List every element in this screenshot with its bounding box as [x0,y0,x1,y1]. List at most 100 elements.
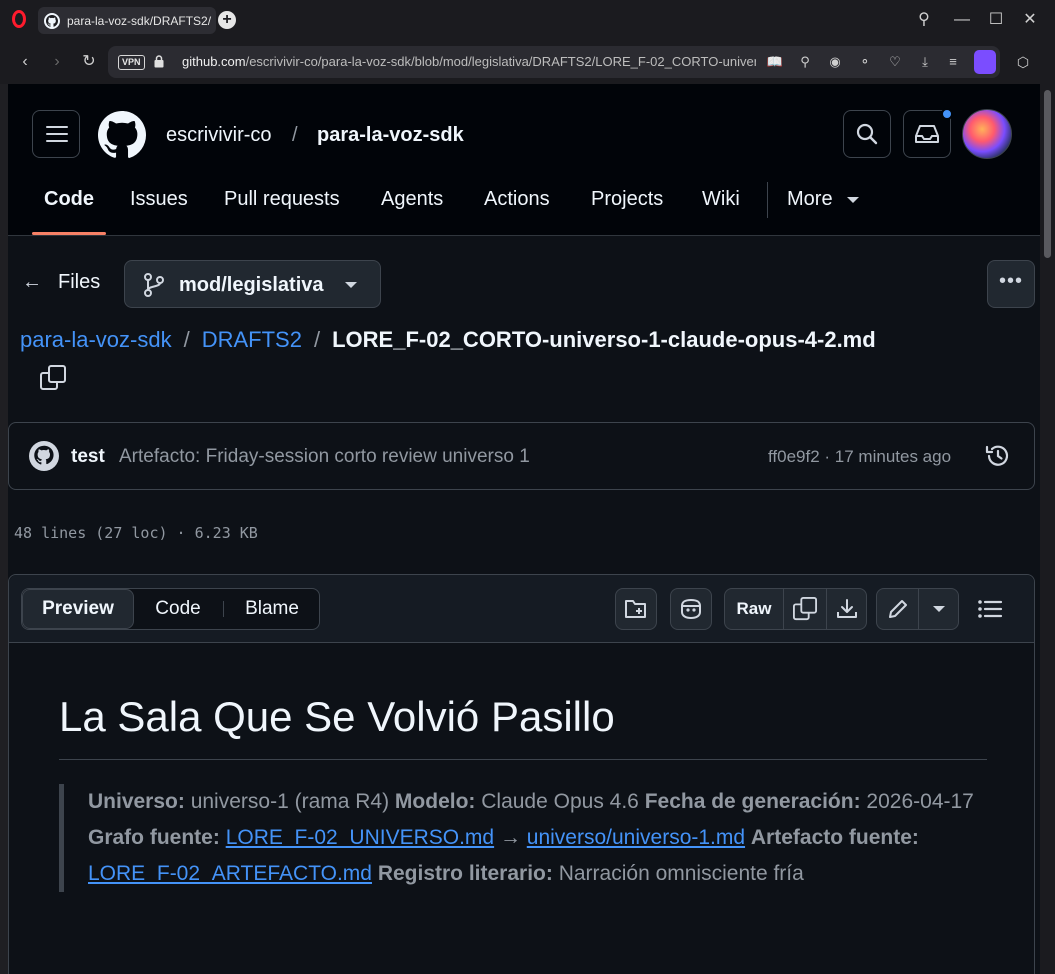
opera-logo-icon[interactable] [12,10,26,28]
grafo-link-universo[interactable]: LORE_F-02_UNIVERSO.md [226,826,494,849]
address-bar-row: ‹ › ↻ VPN github.com/escrivivir-co/para-… [0,40,1055,84]
owner-repo-separator: / [292,124,298,146]
back-to-files-link[interactable]: ← Files [22,271,100,294]
universo-value: universo-1 (rama R4) [184,790,395,813]
chevron-down-icon [933,606,945,612]
scrollbar[interactable] [1040,84,1055,974]
copy-icon [793,597,817,621]
file-viewer: Preview Code Blame Raw La Sala Que Se Vo… [8,574,1035,974]
latest-commit-box: test Artefacto: Friday-session corto rev… [8,422,1035,490]
maximize-icon[interactable]: ☐ [984,8,1008,32]
extensions-icon[interactable]: ⬡ [1012,51,1034,73]
edit-file-button[interactable] [877,589,918,629]
branch-name: mod/legislativa [179,274,324,296]
view-mode-toggle: Preview Code Blame [21,588,320,630]
git-branch-icon [144,273,164,297]
url-text: github.com/escrivivir-co/para-la-voz-sdk… [182,54,756,69]
reload-icon[interactable]: ↻ [78,51,100,73]
reader-mode-icon[interactable]: 📖 [766,53,784,71]
active-tab-underline [32,232,106,235]
download-icon [837,599,857,618]
tab-projects[interactable]: Projects [591,188,663,211]
search-tabs-icon[interactable]: ⚲ [912,8,936,32]
commit-author-avatar[interactable] [29,441,59,471]
vpn-badge[interactable]: VPN [118,55,145,70]
modelo-value: Claude Opus 4.6 [475,790,645,813]
copy-raw-button[interactable] [784,589,826,629]
commit-meta[interactable]: ff0e9f2 · 17 minutes ago [768,447,951,467]
easy-setup-icon[interactable]: ≡ [944,53,962,71]
fecha-label: Fecha de generación: [644,790,861,813]
download-icon[interactable]: ⤓ [916,53,934,71]
metadata-blockquote: Universo: universo-1 (rama R4) Modelo: C… [59,784,987,892]
repo-name-link[interactable]: para-la-voz-sdk [317,124,464,147]
breadcrumb-separator: / [183,327,190,352]
code-button[interactable]: Code [134,589,222,629]
tab-more[interactable]: More [787,188,859,211]
artefacto-link[interactable]: LORE_F-02_ARTEFACTO.md [88,862,372,885]
breadcrumb-folder-link[interactable]: DRAFTS2 [202,327,302,352]
scrollbar-thumb[interactable] [1044,90,1051,258]
copy-path-icon[interactable] [40,365,66,391]
back-icon[interactable]: ‹ [14,51,36,73]
zoom-icon[interactable]: ⚲ [796,53,814,71]
new-tab-button[interactable]: + [218,11,236,29]
commit-message[interactable]: Artefacto: Friday-session corto review u… [119,446,530,468]
search-button[interactable] [843,110,891,158]
tab-actions[interactable]: Actions [484,188,550,211]
tab-agents[interactable]: Agents [381,188,443,211]
tab-code[interactable]: Code [44,188,94,211]
copilot-button[interactable] [670,588,712,630]
snapshot-icon[interactable]: ◉ [826,53,844,71]
github-logo-icon [34,445,54,465]
raw-button[interactable]: Raw [725,589,783,629]
outline-icon[interactable] [977,598,1003,620]
download-raw-button[interactable] [827,589,867,629]
menu-button[interactable] [32,110,80,158]
branch-selector[interactable]: mod/legislativa [124,260,381,308]
repo-owner-link[interactable]: escrivivir-co [166,124,272,147]
breadcrumb-separator: / [313,327,321,352]
chevron-down-icon [846,196,859,203]
lock-icon[interactable] [154,55,164,68]
tab-issues[interactable]: Issues [130,188,188,211]
shield-icon[interactable]: ⚬ [856,53,874,71]
arrow-left-icon: ← [22,271,42,293]
url-path: /escrivivir-co/para-la-voz-sdk/blob/mod/… [245,54,756,69]
forward-icon[interactable]: › [46,51,68,73]
edit-options-button[interactable] [919,589,959,629]
blame-button[interactable]: Blame [224,589,320,629]
breadcrumb-file-name: LORE_F-02_CORTO-universo-1-claude-opus-4… [332,327,876,352]
profile-avatar[interactable] [974,50,996,74]
grafo-link-universo-1[interactable]: universo/universo-1.md [527,826,745,849]
breadcrumb-repo-link[interactable]: para-la-voz-sdk [20,327,172,352]
add-to-folder-button[interactable] [615,588,657,630]
document-title: La Sala Que Se Volvió Pasillo [59,693,987,760]
preview-button[interactable]: Preview [22,589,134,629]
browser-tab[interactable]: para-la-voz-sdk/DRAFTS2/ [38,7,216,34]
tab-pull-requests[interactable]: Pull requests [224,188,340,211]
heart-icon[interactable]: ♡ [886,53,904,71]
search-icon [856,123,878,145]
raw-copy-download-group: Raw [724,588,867,630]
repo-header: escrivivir-co / para-la-voz-sdk Code Iss… [8,84,1040,236]
commit-author[interactable]: test [71,446,105,468]
modelo-label: Modelo: [394,790,476,813]
breadcrumb: para-la-voz-sdk / DRAFTS2 / LORE_F-02_CORTO-… [20,327,876,353]
close-window-icon[interactable]: ✕ [1018,8,1042,32]
user-avatar[interactable] [962,109,1012,159]
github-page: escrivivir-co / para-la-voz-sdk Code Iss… [8,84,1040,974]
tab-more-label: More [787,188,833,210]
grafo-label: Grafo fuente: [88,826,220,849]
github-logo-icon[interactable] [98,111,146,159]
raw-label: Raw [736,599,772,618]
url-field[interactable]: VPN github.com/escrivivir-co/para-la-voz… [108,46,1000,78]
history-icon[interactable] [984,442,1012,470]
registro-value: Narración omnisciente fría [552,862,804,885]
github-favicon-icon [44,12,60,29]
tab-wiki[interactable]: Wiki [702,188,740,211]
minimize-icon[interactable]: — [950,8,974,32]
tab-title: para-la-voz-sdk/DRAFTS2/ [67,13,212,28]
more-options-button[interactable]: ••• [987,260,1035,308]
file-toolbar: Preview Code Blame Raw [9,575,1034,643]
